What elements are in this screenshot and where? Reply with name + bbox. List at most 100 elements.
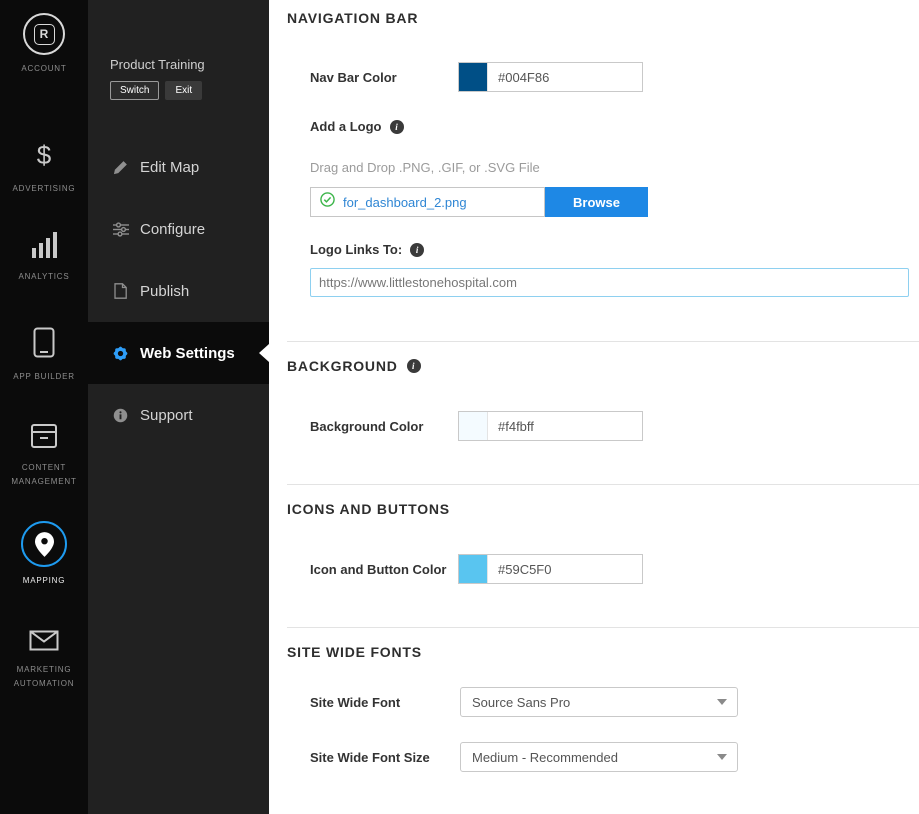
browse-button[interactable]: Browse bbox=[545, 187, 648, 217]
icon-button-color-swatch[interactable] bbox=[459, 555, 488, 583]
icon-button-color-label: Icon and Button Color bbox=[310, 562, 458, 577]
logo-links-input[interactable] bbox=[310, 268, 909, 297]
section-title-text: ICONS AND BUTTONS bbox=[287, 501, 450, 517]
rail-item-label: CONTENT MANAGEMENT bbox=[0, 461, 88, 488]
logo-links-label-text: Logo Links To: bbox=[310, 242, 402, 257]
rail-item-app-builder[interactable]: APP BUILDER bbox=[0, 327, 88, 384]
section-divider bbox=[287, 627, 919, 628]
add-logo-label: Add a Logo bbox=[310, 119, 404, 134]
background-color-swatch[interactable] bbox=[459, 412, 488, 440]
nav-bar-color-label: Nav Bar Color bbox=[310, 70, 458, 85]
nav-bar-color-swatch[interactable] bbox=[459, 63, 488, 91]
section-divider bbox=[287, 341, 919, 342]
check-circle-icon bbox=[320, 192, 335, 212]
rail-item-advertising[interactable]: $ ADVERTISING bbox=[0, 140, 88, 196]
site-wide-font-row: Site Wide Font Source Sans Pro bbox=[310, 687, 738, 717]
info-circle-icon bbox=[112, 408, 129, 423]
nav-bar-color-row: Nav Bar Color bbox=[310, 62, 643, 92]
exit-button[interactable]: Exit bbox=[165, 81, 202, 100]
section-title-background: BACKGROUND bbox=[287, 358, 421, 374]
sidebar-item-label: Web Settings bbox=[140, 345, 235, 362]
archive-icon bbox=[30, 423, 58, 454]
nav-bar-color-input[interactable] bbox=[488, 70, 642, 85]
add-logo-label-text: Add a Logo bbox=[310, 119, 382, 134]
map-pin-icon bbox=[21, 521, 67, 567]
active-item-notch bbox=[259, 344, 269, 362]
section-divider bbox=[287, 484, 919, 485]
sidebar-menu: Edit Map Configure bbox=[88, 136, 269, 446]
rail-item-label: MARKETING AUTOMATION bbox=[0, 663, 88, 690]
dollar-icon: $ bbox=[34, 140, 54, 175]
project-actions: Switch Exit bbox=[110, 81, 205, 100]
switch-button[interactable]: Switch bbox=[110, 81, 159, 100]
sidebar-item-configure[interactable]: Configure bbox=[88, 198, 269, 260]
gear-icon bbox=[112, 345, 129, 362]
section-title-navigation-bar: NAVIGATION BAR bbox=[287, 10, 418, 26]
project-sidebar: Product Training Switch Exit Edit Map bbox=[88, 0, 269, 814]
web-settings-panel: NAVIGATION BAR Nav Bar Color Add a Logo … bbox=[269, 0, 919, 814]
document-icon bbox=[112, 283, 129, 299]
add-logo-row: Add a Logo bbox=[310, 119, 404, 134]
uploaded-file-name: for_dashboard_2.png bbox=[343, 195, 467, 210]
logo-upload-row: for_dashboard_2.png Browse bbox=[310, 187, 648, 217]
sidebar-item-label: Configure bbox=[140, 221, 205, 238]
site-wide-font-select[interactable]: Source Sans Pro bbox=[460, 687, 738, 717]
sliders-icon bbox=[112, 222, 129, 237]
sidebar-item-web-settings[interactable]: Web Settings bbox=[88, 322, 269, 384]
background-color-field bbox=[458, 411, 643, 441]
site-wide-font-label: Site Wide Font bbox=[310, 695, 460, 710]
section-title-icons-and-buttons: ICONS AND BUTTONS bbox=[287, 501, 450, 517]
info-icon[interactable] bbox=[410, 243, 424, 257]
chevron-down-icon bbox=[717, 754, 727, 760]
site-wide-font-size-value: Medium - Recommended bbox=[472, 750, 618, 765]
account-logo-letter: R bbox=[34, 24, 55, 45]
rail-item-mapping[interactable]: MAPPING bbox=[0, 521, 88, 588]
account-logo-icon: R bbox=[23, 13, 65, 55]
background-color-label: Background Color bbox=[310, 419, 458, 434]
site-wide-font-size-label: Site Wide Font Size bbox=[310, 750, 460, 765]
rail-item-label: ADVERTISING bbox=[8, 182, 81, 196]
info-icon[interactable] bbox=[390, 120, 404, 134]
section-title-text: NAVIGATION BAR bbox=[287, 10, 418, 26]
nav-bar-color-field bbox=[458, 62, 643, 92]
background-color-input[interactable] bbox=[488, 419, 642, 434]
svg-text:$: $ bbox=[37, 140, 52, 170]
background-color-row: Background Color bbox=[310, 411, 643, 441]
sidebar-item-label: Publish bbox=[140, 283, 189, 300]
rail-item-label: APP BUILDER bbox=[8, 370, 80, 384]
sidebar-item-label: Support bbox=[140, 407, 193, 424]
icon-button-color-row: Icon and Button Color bbox=[310, 554, 643, 584]
rail-item-marketing-automation[interactable]: MARKETING AUTOMATION bbox=[0, 630, 88, 690]
project-title: Product Training bbox=[110, 57, 205, 72]
logo-links-label: Logo Links To: bbox=[310, 242, 424, 257]
uploaded-file-field[interactable]: for_dashboard_2.png bbox=[310, 187, 545, 217]
sidebar-item-support[interactable]: Support bbox=[88, 384, 269, 446]
logo-links-row: Logo Links To: bbox=[310, 242, 424, 257]
rail-item-label: ANALYTICS bbox=[13, 270, 74, 284]
app-rail: R ACCOUNT $ ADVERTISING ANALYTICS bbox=[0, 0, 88, 814]
sidebar-item-publish[interactable]: Publish bbox=[88, 260, 269, 322]
rail-item-content-management[interactable]: CONTENT MANAGEMENT bbox=[0, 423, 88, 488]
rail-item-label: ACCOUNT bbox=[16, 62, 71, 76]
icon-button-color-field bbox=[458, 554, 643, 584]
site-wide-font-value: Source Sans Pro bbox=[472, 695, 570, 710]
drag-drop-hint: Drag and Drop .PNG, .GIF, or .SVG File bbox=[310, 160, 540, 175]
bar-chart-icon bbox=[30, 231, 58, 263]
section-title-text: SITE WIDE FONTS bbox=[287, 644, 422, 660]
icon-button-color-input[interactable] bbox=[488, 562, 642, 577]
site-wide-font-size-select[interactable]: Medium - Recommended bbox=[460, 742, 738, 772]
pencil-icon bbox=[112, 160, 129, 175]
sidebar-item-edit-map[interactable]: Edit Map bbox=[88, 136, 269, 198]
envelope-icon bbox=[29, 630, 59, 656]
rail-item-account[interactable]: R ACCOUNT bbox=[0, 13, 88, 76]
rail-item-analytics[interactable]: ANALYTICS bbox=[0, 231, 88, 284]
project-header: Product Training Switch Exit bbox=[110, 57, 205, 100]
section-title-text: BACKGROUND bbox=[287, 358, 398, 374]
chevron-down-icon bbox=[717, 699, 727, 705]
phone-icon bbox=[33, 327, 55, 363]
info-icon[interactable] bbox=[407, 359, 421, 373]
site-wide-font-size-row: Site Wide Font Size Medium - Recommended bbox=[310, 742, 738, 772]
rail-item-label: MAPPING bbox=[18, 574, 71, 588]
section-title-site-wide-fonts: SITE WIDE FONTS bbox=[287, 644, 422, 660]
sidebar-item-label: Edit Map bbox=[140, 159, 199, 176]
